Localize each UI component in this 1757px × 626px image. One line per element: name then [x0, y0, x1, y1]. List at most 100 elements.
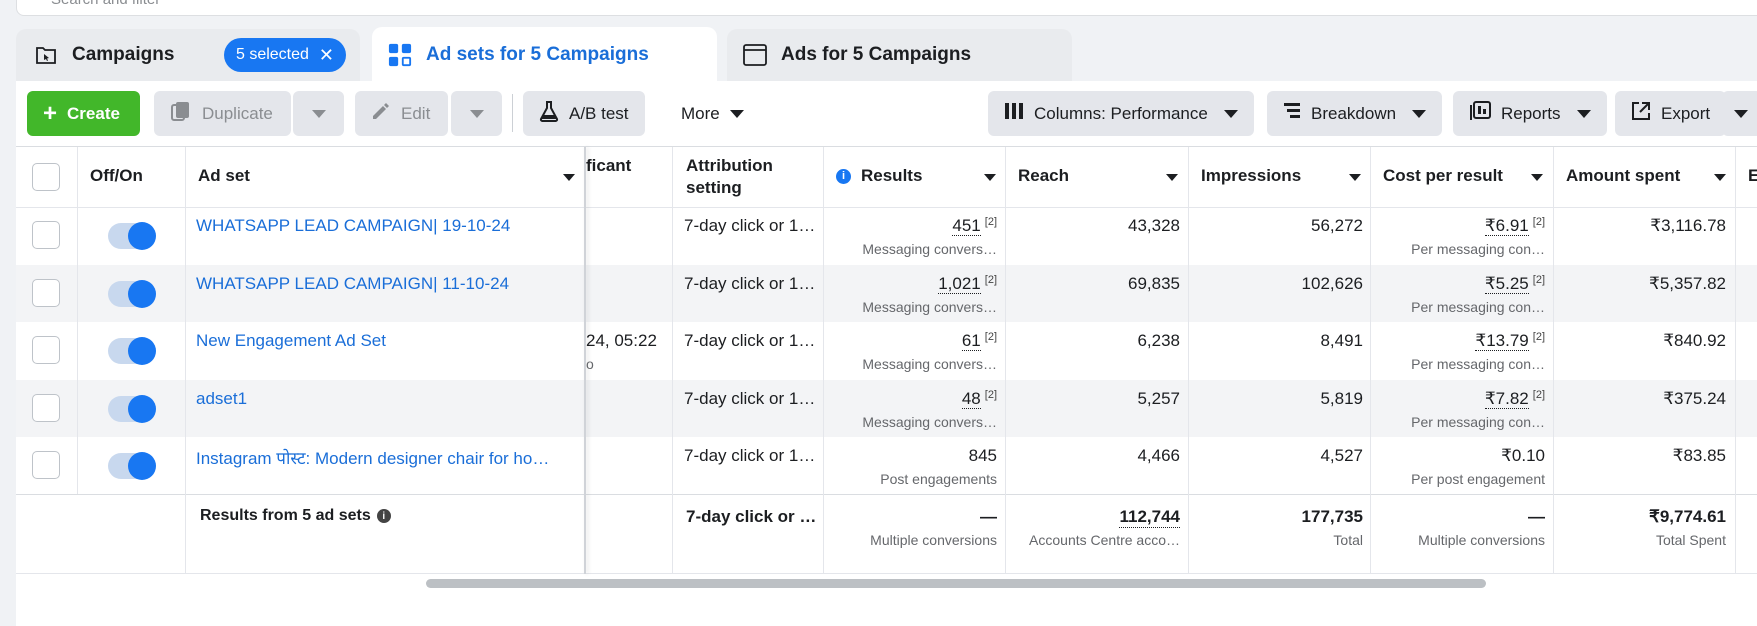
- divider: [16, 573, 1757, 574]
- row-cpr-value[interactable]: ₹7.82: [1484, 389, 1529, 409]
- tab-campaigns-label: Campaigns: [72, 44, 175, 65]
- row-cpr-value[interactable]: ₹0.10: [1501, 446, 1545, 465]
- row-results-value[interactable]: 451: [952, 216, 981, 236]
- row-results-sub: Messaging convers…: [862, 414, 997, 430]
- row-toggle[interactable]: [108, 395, 156, 423]
- reports-button[interactable]: Reports: [1453, 91, 1607, 136]
- row-toggle[interactable]: [108, 452, 156, 480]
- row-impressions: 5,819: [1320, 389, 1363, 408]
- row-cpr-sub: Per messaging con…: [1411, 299, 1545, 315]
- row-checkbox[interactable]: [32, 221, 60, 249]
- row-results: 451 [2]: [952, 216, 997, 236]
- row-results: 48 [2]: [961, 389, 997, 409]
- column-header-results-label: Results: [861, 166, 923, 185]
- info-icon[interactable]: i: [836, 168, 851, 184]
- row-results-sub: Messaging convers…: [862, 356, 997, 372]
- column-header-ad-set[interactable]: Ad set: [198, 165, 250, 187]
- more-button[interactable]: More: [667, 91, 758, 136]
- adset-name-link[interactable]: New Engagement Ad Set: [196, 331, 566, 351]
- row-results: 1,021 [2]: [938, 274, 997, 294]
- edit-dropdown[interactable]: [451, 91, 502, 136]
- toggle-knob: [128, 222, 156, 250]
- divider: [672, 147, 673, 574]
- sort-caret-icon[interactable]: [1166, 174, 1178, 181]
- row-checkbox[interactable]: [32, 451, 60, 479]
- row-cpr-value[interactable]: ₹13.79: [1475, 331, 1529, 351]
- tab-campaigns[interactable]: Campaigns 5 selected ✕: [16, 29, 360, 81]
- divider: [16, 494, 1757, 495]
- create-button[interactable]: + Create: [27, 91, 140, 136]
- row-amount-spent: ₹83.85: [1672, 446, 1726, 465]
- sort-caret-icon[interactable]: [1531, 174, 1543, 181]
- row-toggle[interactable]: [108, 337, 156, 365]
- summary-label: Results from 5 ad sets i: [200, 507, 391, 525]
- adsets-grid-icon: [388, 43, 412, 67]
- column-header-next[interactable]: E: [1748, 165, 1757, 187]
- sort-caret-icon[interactable]: [984, 174, 996, 181]
- columns-label: Columns: Performance: [1034, 103, 1208, 123]
- column-header-results[interactable]: i Results: [836, 165, 922, 187]
- row-cost-per-result: ₹6.91 [2]: [1484, 216, 1545, 236]
- select-all-checkbox[interactable]: [32, 163, 60, 191]
- column-header-reach[interactable]: Reach: [1018, 165, 1069, 187]
- summary-attribution: 7-day click or …: [686, 507, 817, 526]
- tab-ads[interactable]: Ads for 5 Campaigns: [727, 29, 1072, 81]
- row-toggle[interactable]: [108, 222, 156, 250]
- info-circle-icon[interactable]: i: [376, 509, 391, 523]
- adset-name-link[interactable]: WHATSAPP LEAD CAMPAIGN| 19-10-24: [196, 216, 566, 236]
- tab-adsets[interactable]: Ad sets for 5 Campaigns: [372, 27, 717, 83]
- row-results-value[interactable]: 845: [969, 446, 997, 465]
- row-impressions: 56,272: [1311, 216, 1363, 235]
- export-label: Export: [1661, 103, 1711, 123]
- row-cpr-sub: Per post engagement: [1411, 471, 1545, 487]
- chevron-down-icon: [1734, 109, 1748, 118]
- summary-results: —: [980, 507, 997, 526]
- ads-window-icon: [743, 43, 767, 67]
- row-toggle[interactable]: [108, 280, 156, 308]
- columns-button[interactable]: Columns: Performance: [988, 91, 1254, 136]
- row-results-value[interactable]: 48: [961, 389, 981, 409]
- adset-name-link[interactable]: WHATSAPP LEAD CAMPAIGN| 11-10-24: [196, 274, 566, 294]
- row-checkbox[interactable]: [32, 394, 60, 422]
- clear-selection-icon[interactable]: ✕: [319, 45, 334, 66]
- row-checkbox[interactable]: [32, 336, 60, 364]
- row-cpr-value[interactable]: ₹6.91: [1484, 216, 1529, 236]
- duplicate-button[interactable]: Duplicate: [154, 91, 291, 136]
- column-header-off-on[interactable]: Off/On: [90, 165, 143, 187]
- selected-pill[interactable]: 5 selected ✕: [223, 38, 346, 72]
- duplicate-dropdown[interactable]: [293, 91, 344, 136]
- edit-button[interactable]: Edit: [355, 91, 448, 136]
- column-header-attribution[interactable]: Attribution setting: [686, 155, 806, 199]
- horizontal-scrollbar[interactable]: [426, 579, 1486, 588]
- row-reach: 43,328: [1128, 216, 1180, 235]
- summary-cpr-sub: Multiple conversions: [1418, 532, 1545, 548]
- adset-name-link[interactable]: adset1: [196, 389, 566, 409]
- column-header-amount-spent[interactable]: Amount spent: [1566, 165, 1680, 187]
- column-header-impressions[interactable]: Impressions: [1201, 165, 1301, 187]
- sort-caret-icon[interactable]: [563, 174, 575, 181]
- divider: [1370, 147, 1371, 574]
- search-input[interactable]: Search and filter: [51, 0, 160, 8]
- divider: [16, 207, 1757, 208]
- divider: [16, 146, 1757, 147]
- summary-cpr: —: [1528, 507, 1545, 526]
- export-button[interactable]: Export: [1615, 91, 1727, 136]
- row-cost-per-result: ₹7.82 [2]: [1484, 389, 1545, 409]
- adset-name-link[interactable]: Instagram पोस्ट: Modern designer chair f…: [196, 446, 566, 469]
- sort-caret-icon[interactable]: [1349, 174, 1361, 181]
- row-amount-spent: ₹375.24: [1663, 389, 1726, 408]
- row-checkbox[interactable]: [32, 279, 60, 307]
- column-header-significant[interactable]: ficant: [586, 155, 631, 177]
- row-results-value[interactable]: 1,021: [938, 274, 981, 294]
- row-results-value[interactable]: 61: [961, 331, 981, 351]
- row-cpr-sub: Per messaging con…: [1411, 356, 1545, 372]
- row-amount-spent: ₹840.92: [1663, 331, 1726, 350]
- search-bar[interactable]: Search and filter: [16, 0, 1757, 16]
- column-header-cost-per-result[interactable]: Cost per result: [1383, 165, 1503, 187]
- divider: [1553, 147, 1554, 574]
- export-dropdown[interactable]: [1722, 91, 1757, 136]
- row-cpr-value[interactable]: ₹5.25: [1484, 274, 1529, 294]
- ab-test-button[interactable]: A/B test: [523, 91, 645, 136]
- sort-caret-icon[interactable]: [1714, 174, 1726, 181]
- breakdown-button[interactable]: Breakdown: [1267, 91, 1443, 136]
